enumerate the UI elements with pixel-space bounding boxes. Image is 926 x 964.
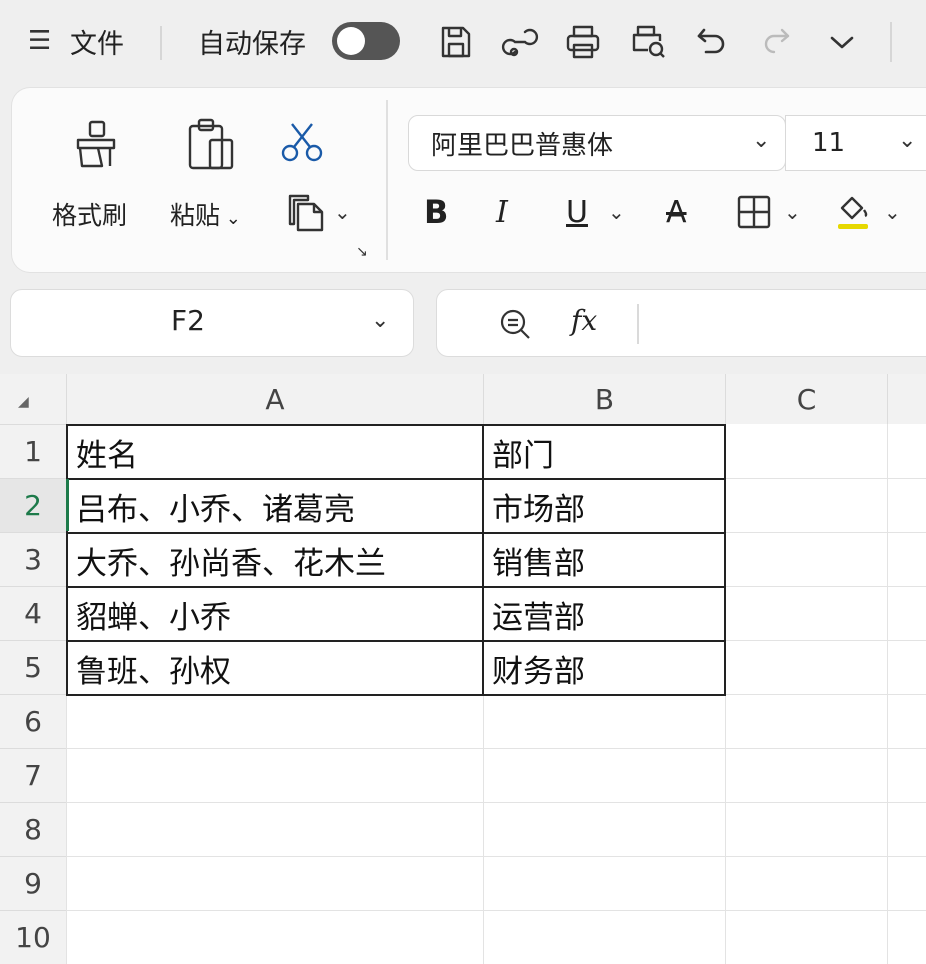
font-size-value: 11 <box>812 128 846 158</box>
formula-divider <box>637 304 639 344</box>
column-header-a[interactable]: A <box>66 374 483 424</box>
sync-icon[interactable] <box>500 22 540 62</box>
paste-label[interactable]: 粘贴 ⌄ <box>170 196 241 232</box>
print-preview-icon[interactable] <box>628 22 668 62</box>
row-header-7[interactable]: 7 <box>0 748 66 802</box>
font-name-value: 阿里巴巴普惠体 <box>431 130 614 161</box>
cell-b1[interactable]: 部门 <box>484 426 724 478</box>
paste-icon[interactable] <box>186 116 238 172</box>
fx-label[interactable]: fx <box>571 304 597 337</box>
copy-icon[interactable] <box>284 190 328 234</box>
strikethrough-button[interactable]: A <box>666 190 687 234</box>
format-painter-label[interactable]: 格式刷 <box>52 196 127 232</box>
autosave-toggle[interactable] <box>332 22 400 60</box>
row-header-5[interactable]: 5 <box>0 640 66 694</box>
table-border <box>66 694 726 696</box>
cell-a4[interactable]: 貂蝉、小乔 <box>68 588 482 640</box>
cell-b3[interactable]: 销售部 <box>484 534 724 586</box>
hamburger-icon[interactable]: ☰ <box>28 18 51 64</box>
cell-a2[interactable]: 吕布、小乔、诸葛亮 <box>68 480 482 532</box>
row-header-8[interactable]: 8 <box>0 802 66 856</box>
row-header-1[interactable]: 1 <box>0 424 66 478</box>
cell-b5[interactable]: 财务部 <box>484 642 724 694</box>
file-menu-button[interactable]: 文件 <box>70 18 124 64</box>
font-name-chevron-icon[interactable]: ⌄ <box>752 128 770 153</box>
select-all-corner[interactable]: ◢ <box>0 374 66 424</box>
column-header-d[interactable] <box>887 374 926 424</box>
zoom-formula-icon[interactable] <box>497 306 533 342</box>
borders-dropdown-chevron-icon[interactable]: ⌄ <box>784 200 801 224</box>
toggle-knob <box>337 27 365 55</box>
name-box[interactable]: F2 ⌄ <box>10 289 414 357</box>
undo-icon[interactable] <box>692 22 732 62</box>
ribbon-divider <box>386 100 388 260</box>
row-header-6[interactable]: 6 <box>0 694 66 748</box>
gridline <box>887 424 888 964</box>
cell-a3[interactable]: 大乔、孙尚香、花木兰 <box>68 534 482 586</box>
fill-color-dropdown-chevron-icon[interactable]: ⌄ <box>884 200 901 224</box>
fill-color-icon[interactable] <box>834 190 874 232</box>
column-header-c[interactable]: C <box>725 374 887 424</box>
row-header-2[interactable]: 2 <box>0 478 66 532</box>
underline-dropdown-chevron-icon[interactable]: ⌄ <box>608 200 625 224</box>
name-box-value: F2 <box>171 304 205 337</box>
gridline <box>66 748 926 749</box>
gridline <box>66 856 926 857</box>
select-all-icon: ◢ <box>18 394 29 410</box>
formula-bar[interactable]: fx <box>436 289 926 357</box>
font-size-chevron-icon[interactable]: ⌄ <box>898 128 916 153</box>
toolbar-divider <box>160 26 162 60</box>
chevron-down-icon[interactable] <box>822 22 862 62</box>
cell-b4[interactable]: 运营部 <box>484 588 724 640</box>
row-header-3[interactable]: 3 <box>0 532 66 586</box>
underline-button[interactable]: U <box>566 190 588 234</box>
spreadsheet-grid: ◢ A B C 1 2 3 4 5 6 7 8 9 10 姓名 部门 吕布、小乔… <box>0 374 926 964</box>
row-header-9[interactable]: 9 <box>0 856 66 910</box>
title-bar: ☰ 文件 自动保存 <box>0 0 926 84</box>
column-header-b[interactable]: B <box>483 374 725 424</box>
bold-button[interactable]: B <box>424 190 448 234</box>
italic-button[interactable]: I <box>496 190 508 234</box>
cut-icon[interactable] <box>280 120 324 164</box>
cell-a1[interactable]: 姓名 <box>68 426 482 478</box>
row-header-4[interactable]: 4 <box>0 586 66 640</box>
print-icon[interactable] <box>563 22 603 62</box>
gridline <box>66 802 926 803</box>
table-border <box>724 424 726 696</box>
gridline <box>66 910 926 911</box>
redo-icon[interactable] <box>756 22 796 62</box>
name-box-chevron-icon[interactable]: ⌄ <box>371 308 389 333</box>
toolbar-divider <box>890 22 892 62</box>
row-header-10[interactable]: 10 <box>0 910 66 964</box>
cell-a5[interactable]: 鲁班、孙权 <box>68 642 482 694</box>
format-painter-icon[interactable] <box>72 118 120 170</box>
autosave-label: 自动保存 <box>198 28 306 60</box>
borders-icon[interactable] <box>736 194 772 230</box>
font-name-select[interactable]: 阿里巴巴普惠体 <box>408 115 786 171</box>
save-icon[interactable] <box>436 22 476 62</box>
dialog-launcher-icon[interactable]: ↘ <box>356 244 368 260</box>
copy-dropdown-chevron-icon[interactable]: ⌄ <box>334 200 351 224</box>
cell-b2[interactable]: 市场部 <box>484 480 724 532</box>
